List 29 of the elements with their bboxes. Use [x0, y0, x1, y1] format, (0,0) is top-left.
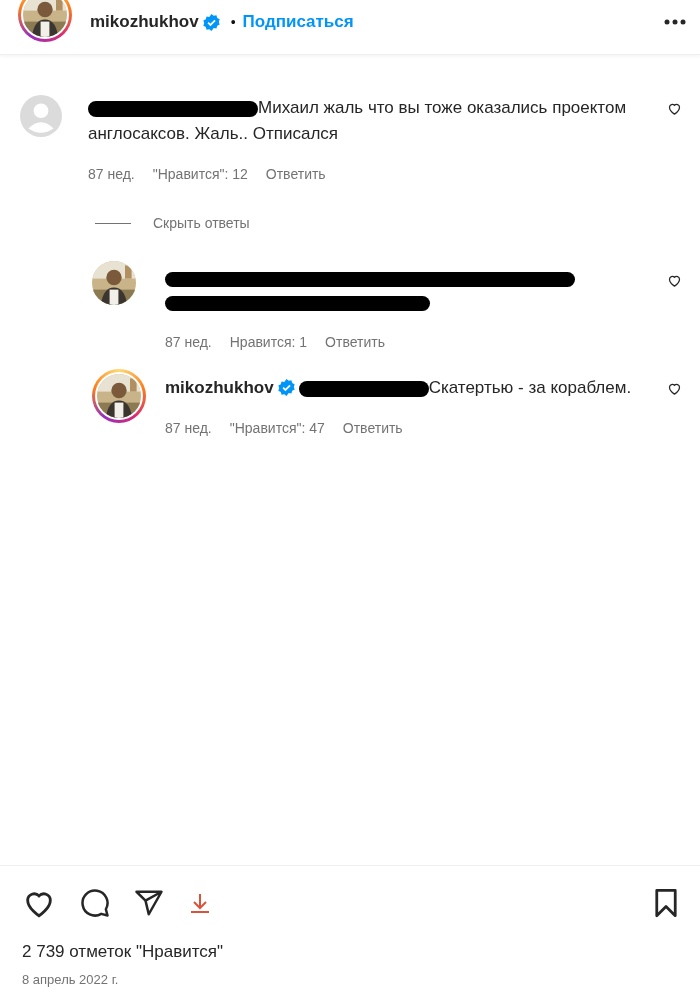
like-count[interactable]: "Нравится": 12 [152, 161, 248, 187]
follow-link[interactable]: Подписаться [242, 12, 354, 32]
share-icon[interactable] [134, 888, 164, 918]
heart-icon[interactable] [667, 101, 682, 116]
bookmark-icon[interactable] [652, 888, 680, 918]
separator-dot: • [230, 14, 236, 30]
story-ring[interactable] [92, 369, 146, 423]
like-count[interactable]: Нравится: 1 [229, 329, 308, 355]
more-options-icon[interactable] [664, 19, 686, 25]
likes-count[interactable]: 2 739 отметок "Нравится" [22, 942, 680, 962]
reply-link[interactable]: Ответить [342, 415, 403, 441]
heart-icon[interactable] [667, 381, 682, 396]
story-ring[interactable] [18, 0, 72, 42]
like-count[interactable]: "Нравится": 47 [229, 415, 325, 441]
comment-author[interactable]: mikozhukhov [165, 378, 274, 397]
username[interactable]: mikozhukhov [90, 12, 199, 32]
reply-link[interactable]: Ответить [265, 161, 326, 187]
comment-icon[interactable] [80, 888, 110, 918]
avatar-icon [20, 95, 62, 137]
comment-time: 87 нед. [88, 165, 135, 184]
comment-text: Михаил жаль что вы тоже оказались проектом англосаксов. Жаль.. Отписался [88, 98, 627, 143]
comment-time: 87 нед. [165, 419, 212, 438]
heart-icon[interactable] [667, 273, 682, 288]
post-date: 8 апрель 2022 г. [22, 972, 120, 987]
download-icon[interactable] [188, 891, 212, 915]
comment-time: 87 нед. [165, 333, 212, 352]
comment-text: Скатертью - за кораблем. [428, 378, 632, 397]
reply-link[interactable]: Ответить [325, 329, 385, 355]
hide-replies-link[interactable]: Скрыть ответы [153, 215, 250, 231]
